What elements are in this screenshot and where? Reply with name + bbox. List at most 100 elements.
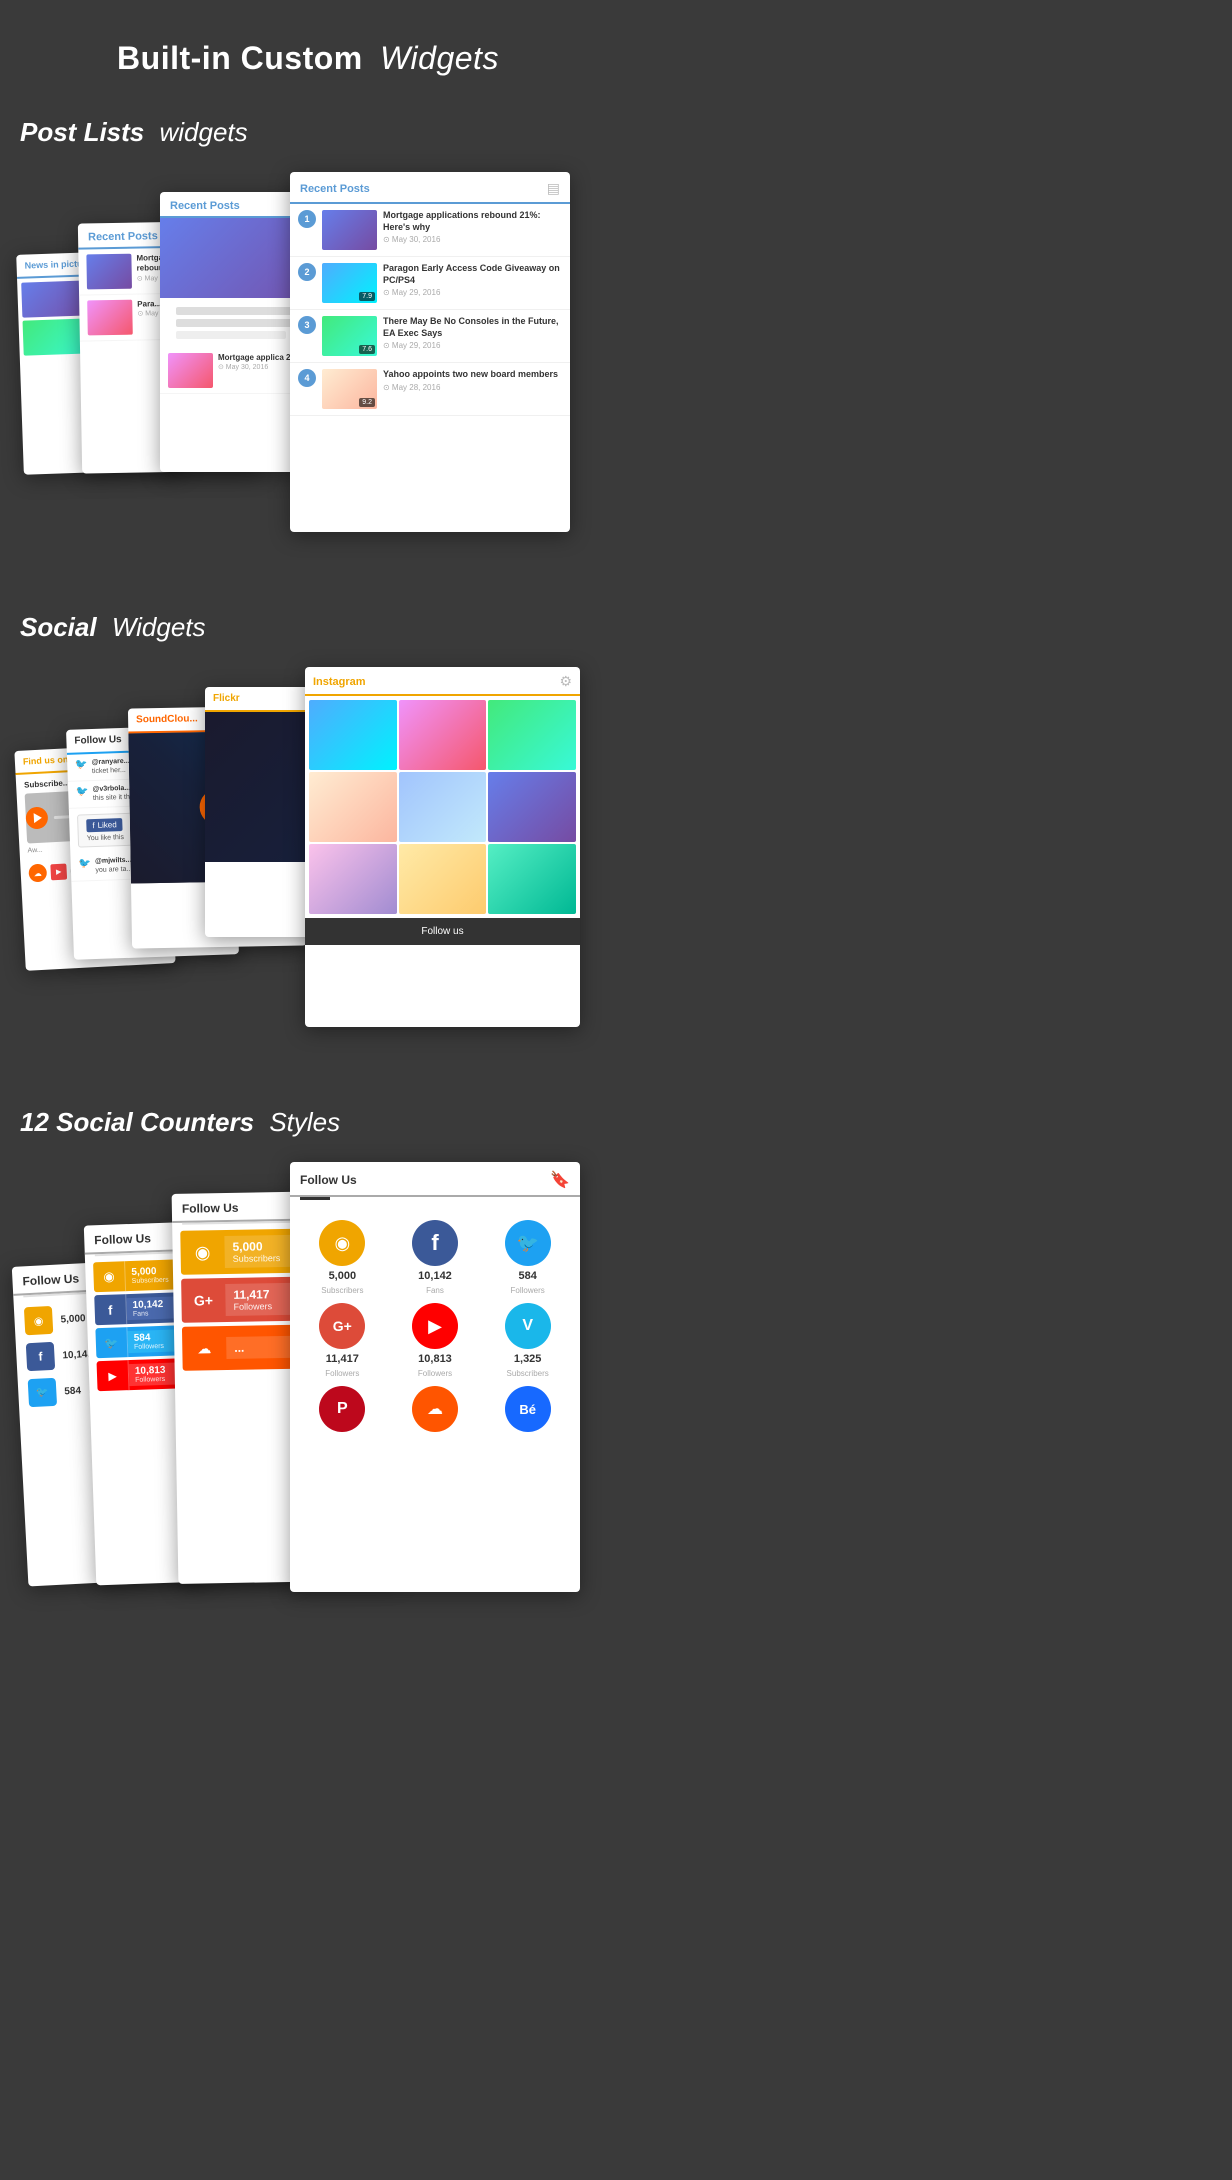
post-item-row-4: 4 9.2 Yahoo appoints two new board membe… (290, 363, 570, 416)
counter-title-main: Follow Us (300, 1173, 357, 1187)
twitter-bird-icon: 🐦 (75, 759, 88, 770)
tweet-text-3: @mjwilts... you are ta... (95, 856, 133, 875)
tw-strip-icon: 🐦 (95, 1327, 128, 1358)
fb-like-btn[interactable]: f Liked (86, 818, 123, 832)
post-title-4: Yahoo appoints two new board members (383, 369, 562, 381)
social-counters-title: 12 Social Counters Styles (20, 1107, 596, 1138)
tw-count-sm: 584 (64, 1385, 81, 1397)
insta-cell-7 (309, 844, 397, 914)
post-title-2: Paragon Early Access Code Giveaway on PC… (383, 263, 562, 286)
counter-tile-yt: ▶ 10,813 Followers (393, 1303, 478, 1378)
instagram-title: Instagram (313, 676, 366, 688)
post-item-row-2: 2 7.9 Paragon Early Access Code Giveaway… (290, 257, 570, 310)
insta-cell-8 (399, 844, 487, 914)
post-list-card-4: Recent Posts ▤ 1 Mortgage applications r… (290, 172, 570, 532)
counter-tile-vi: V 1,325 Subscribers (485, 1303, 570, 1378)
post-num-3: 3 (298, 316, 316, 334)
post-thumb (87, 300, 133, 336)
post-num-4: 4 (298, 369, 316, 387)
post-item-row-3: 3 7.6 There May Be No Consoles in the Fu… (290, 310, 570, 363)
counter-circle-gp: G+ (319, 1303, 365, 1349)
post-item-row-1: 1 Mortgage applications rebound 21%: Her… (290, 204, 570, 257)
instagram-settings-icon: ⚙ (559, 673, 572, 690)
social-widgets-section: Social Widgets Find us on F... Subscribe… (0, 602, 616, 1097)
rss-icon-sm: ◉ (24, 1306, 53, 1335)
post-thumb-3: 7.6 (322, 316, 377, 356)
sc-lg-icon: ☁ (182, 1326, 227, 1371)
counter-circle-tw: 🐦 (505, 1220, 551, 1266)
post-title-3: There May Be No Consoles in the Future, … (383, 316, 562, 339)
counter-label-tw: Followers (511, 1286, 545, 1295)
insta-cell-6 (488, 772, 576, 842)
post-thumb (168, 353, 213, 388)
post-thumb-1 (322, 210, 377, 250)
counter-label-fb: Fans (426, 1286, 444, 1295)
tweet-text-1: @ranyare... ticket her... (91, 757, 130, 777)
counter-tile-fb: f 10,142 Fans (393, 1220, 478, 1295)
counter-circle-vi: V (505, 1303, 551, 1349)
social-widgets-subtitle: Widgets (112, 612, 206, 642)
post-lists-title: Post Lists widgets (20, 117, 596, 148)
post-num-1: 1 (298, 210, 316, 228)
counter-circle-sc: ☁ (412, 1386, 458, 1432)
social-card-instagram: Instagram ⚙ Follow us (305, 667, 580, 1027)
post-content-4: Yahoo appoints two new board members ⊙ M… (383, 369, 562, 392)
post-content-1: Mortgage applications rebound 21%: Here'… (383, 210, 562, 244)
counter-circle-yt: ▶ (412, 1303, 458, 1349)
insta-cell-9 (488, 844, 576, 914)
counter-card-main: Follow Us 🔖 ◉ 5,000 Subscribers f 10,142… (290, 1162, 580, 1592)
post-thumb-4: 9.2 (322, 369, 377, 409)
counter-title-1: Follow Us (22, 1271, 79, 1288)
tweet-handle-2: @v3rbola... (92, 785, 130, 793)
counter-num-gp: 11,417 (326, 1353, 359, 1365)
post-date-1: ⊙ May 30, 2016 (383, 235, 562, 244)
rss-lg-icon: ◉ (180, 1230, 225, 1275)
page-header: Built-in Custom Widgets (0, 0, 616, 107)
fb-strip-icon: f (94, 1294, 127, 1325)
post-date-3: ⊙ May 29, 2016 (383, 341, 562, 350)
counter-title-2: Follow Us (94, 1231, 151, 1247)
social-counters-subtitle: Styles (269, 1107, 340, 1137)
counter-circle-rss: ◉ (319, 1220, 365, 1266)
counter-tile-be: Bé (485, 1386, 570, 1440)
page-title: Built-in Custom Widgets (20, 40, 596, 77)
tweet-handle-1: @ranyare... (92, 758, 130, 766)
counter-circle-pi: P (319, 1386, 365, 1432)
rss-count-sm: 5,000 (60, 1313, 86, 1325)
insta-cell-1 (309, 700, 397, 770)
yt-icon-sm: ▶ (50, 864, 67, 881)
counter-num-tw: 584 (518, 1270, 536, 1282)
counter-tile-sc: ☁ (393, 1386, 478, 1440)
insta-cell-3 (488, 700, 576, 770)
counter-circle-fb: f (412, 1220, 458, 1266)
counter-label-gp: Followers (325, 1369, 359, 1378)
social-widgets-title: Social Widgets (20, 612, 596, 643)
instagram-header: Instagram ⚙ (305, 667, 580, 696)
twitter-bird-icon-3: 🐦 (79, 859, 92, 870)
post-lists-section: Post Lists widgets News in picture Recen… (0, 107, 616, 602)
post-content-2: Paragon Early Access Code Giveaway on PC… (383, 263, 562, 297)
soundcloud-icon: ☁ (28, 864, 47, 883)
post-thumb-2: 7.9 (322, 263, 377, 303)
post-thumb (86, 254, 132, 290)
score-badge-3: 7.6 (359, 345, 375, 354)
counter-num-fb: 10,142 (418, 1270, 452, 1282)
score-badge-4: 9.2 (359, 398, 375, 407)
counter-num-rss: 5,000 (329, 1270, 357, 1282)
post-list-widget-stack: News in picture Recent Posts Mortgage ap… (20, 172, 596, 552)
social-widget-stack: Find us on F... Subscribe... Aw... ☁ ▶ (20, 667, 596, 1047)
post-date-2: ⊙ May 29, 2016 (383, 288, 562, 297)
counter-label-vi: Subscribers (507, 1369, 549, 1378)
page-title-italic: Widgets (380, 40, 499, 76)
yt-strip-icon: ▶ (97, 1360, 130, 1391)
instagram-follow-button[interactable]: Follow us (305, 918, 580, 945)
insta-cell-2 (399, 700, 487, 770)
counters-widget-stack: Follow Us ◉ 5,000 Subscribers f 10,14...… (20, 1162, 596, 1662)
insta-cell-4 (309, 772, 397, 842)
card4-icon: ▤ (547, 180, 560, 197)
play-icon (25, 806, 48, 829)
gp-lg-icon: G+ (181, 1278, 226, 1323)
counter-circle-grid: ◉ 5,000 Subscribers f 10,142 Fans 🐦 584 … (290, 1210, 580, 1450)
post-content-3: There May Be No Consoles in the Future, … (383, 316, 562, 350)
counter-header-main: Follow Us 🔖 (290, 1162, 580, 1197)
